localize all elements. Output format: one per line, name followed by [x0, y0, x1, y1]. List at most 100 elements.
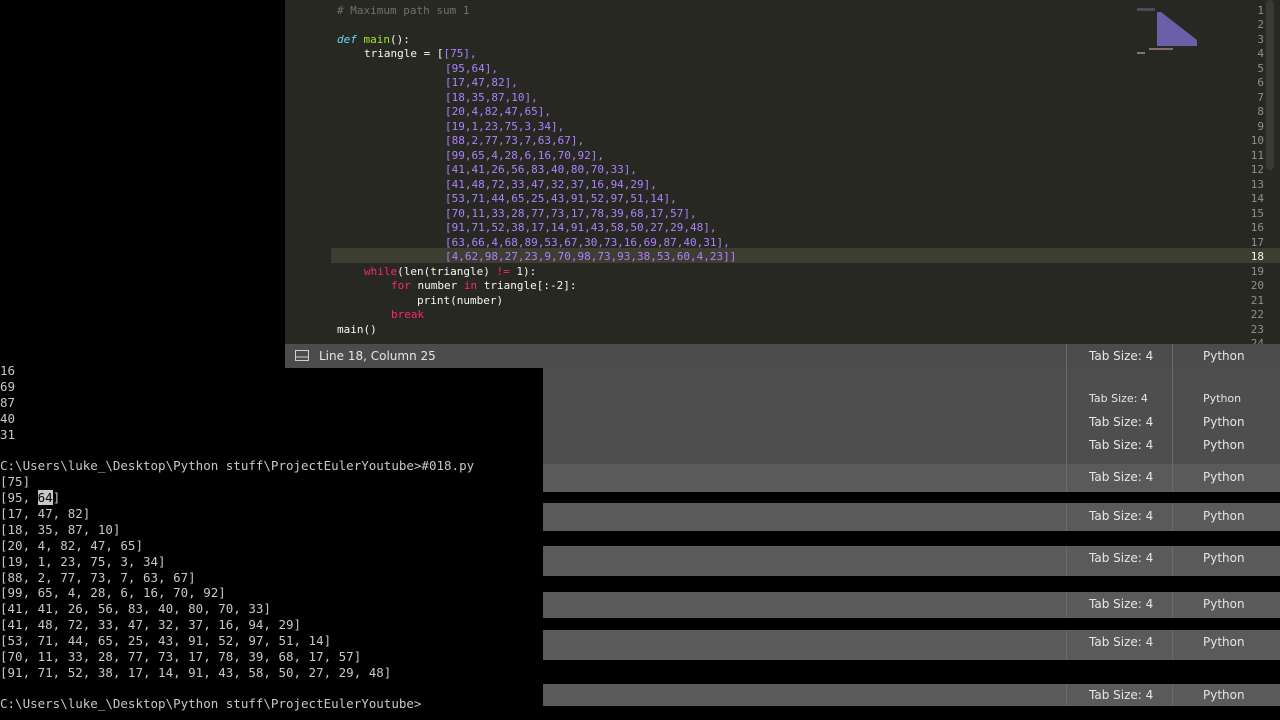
line-number: 21: [1250, 293, 1264, 307]
console-output-line: [41, 41, 26, 56, 83, 40, 80, 70, 33]: [0, 601, 271, 616]
tab-size-indicator: Tab Size: 4: [1089, 597, 1154, 611]
triangle-row: [20,4,82,47,65],: [445, 105, 551, 118]
while-condition-end: 1):: [509, 264, 537, 278]
line-number: 7: [1257, 90, 1264, 104]
code-while-line: while(len(triangle) != 1):: [364, 265, 536, 280]
status-bar-trail: Tab Size: 4 Python: [543, 503, 1280, 531]
line-number: 15: [1250, 206, 1264, 220]
status-bar-trail: Tab Size: 4 Python Tab Size: 4 Python Ta…: [543, 368, 1280, 464]
status-bar-trail: Tab Size: 4 Python: [543, 684, 1280, 706]
in-keyword: in: [463, 279, 478, 292]
for-keyword: for: [391, 279, 411, 292]
syntax-indicator: Python: [1203, 392, 1242, 405]
syntax-indicator: Python: [1203, 635, 1245, 649]
line-number: 11: [1250, 148, 1264, 162]
syntax-indicator: Python: [1203, 415, 1245, 429]
line-number: 13: [1250, 177, 1264, 191]
triangle-row: [70,11,33,28,77,73,17,78,39,68,17,57],: [445, 206, 697, 220]
triangle-row: [4,62,98,27,23,9,70,98,73,93,38,53,60,4,…: [445, 250, 737, 263]
code-main-call: main(): [337, 322, 377, 336]
console-window-top: [0, 0, 285, 362]
triangle-row: [41,48,72,33,47,32,37,16,94,29],: [445, 177, 657, 191]
triangle-head: triangle = [: [364, 47, 444, 60]
triangle-row: [19,1,23,75,3,34],: [445, 119, 565, 133]
triangle-row: [99,65,4,28,6,16,70,92],: [445, 148, 604, 162]
tab-size-indicator: Tab Size: 4: [1089, 438, 1154, 452]
syntax-indicator: Python: [1203, 438, 1245, 452]
code-break-line: break: [391, 308, 425, 321]
tab-size-indicator: Tab Size: 4: [1089, 509, 1154, 523]
line-number: 16: [1250, 221, 1264, 234]
tab-size-indicator: Tab Size: 4: [1089, 688, 1154, 702]
minimap[interactable]: [1135, 6, 1203, 56]
while-keyword: while: [364, 264, 398, 278]
code-for-line: for number in triangle[:-2]:: [391, 279, 576, 294]
triangle-row: [63,66,4,68,89,53,67,30,73,16,69,87,40,3…: [445, 235, 730, 249]
line-number: 8: [1257, 105, 1264, 118]
console-output-line: [75]: [0, 474, 31, 489]
syntax-indicator: Python: [1203, 470, 1245, 484]
minimap-line: [1149, 48, 1173, 50]
syntax-indicator: Python: [1203, 688, 1245, 702]
console-output-line: 69: [0, 379, 16, 394]
function-signature: ():: [390, 32, 410, 46]
console-output-line: [41, 48, 72, 33, 47, 32, 37, 16, 94, 29]: [0, 617, 302, 632]
console-selection: 64: [37, 490, 53, 505]
tab-size-indicator: Tab Size: 4: [1089, 551, 1154, 565]
line-number: 14: [1250, 192, 1264, 205]
console-output-line: [18, 35, 87, 10]: [0, 522, 121, 537]
line-number: 2: [1257, 18, 1264, 31]
tab-size-indicator: Tab Size: 4: [1089, 392, 1148, 405]
syntax-indicator: Python: [1203, 551, 1245, 565]
line-number: 5: [1257, 61, 1264, 75]
console-output-line: 31: [0, 427, 16, 442]
status-bar: Line 18, Column 25 Tab Size: 4 Python: [285, 344, 1280, 368]
triangle-row: [18,35,87,10],: [445, 90, 538, 104]
tab-size-indicator[interactable]: Tab Size: 4: [1089, 349, 1153, 363]
tab-size-indicator: Tab Size: 4: [1089, 470, 1154, 484]
for-iterable: triangle[:-2]:: [477, 279, 577, 292]
triangle-row: [75],: [443, 47, 477, 60]
minimap-line: [1137, 52, 1145, 54]
console-output-line: [53, 71, 44, 65, 25, 43, 91, 52, 97, 51,…: [0, 633, 332, 648]
triangle-row: [95,64],: [445, 61, 498, 75]
current-line-highlight: [285, 248, 1280, 263]
status-bar-trail: Tab Size: 4 Python: [543, 630, 1280, 660]
line-number: 22: [1250, 308, 1264, 321]
code-triangle-assign: triangle = [[75],: [364, 47, 477, 62]
line-number-gutter: [285, 0, 331, 344]
console-prompt[interactable]: C:\Users\luke_\Desktop\Python stuff\Proj…: [0, 696, 421, 711]
not-equal-operator: !=: [496, 264, 510, 278]
status-bar-trail: Tab Size: 4 Python: [543, 464, 1280, 492]
line-number: 3: [1257, 32, 1264, 46]
line-number: 17: [1250, 235, 1264, 249]
line-number: 19: [1250, 264, 1264, 278]
line-number: 10: [1250, 134, 1264, 147]
code-editor[interactable]: 1 2 3 4 5 6 7 8 9 10 11 12 13 14 15 16 1…: [285, 0, 1280, 344]
triangle-row: [53,71,44,65,25,43,91,52,97,51,14],: [445, 192, 677, 205]
line-number: 12: [1250, 163, 1264, 176]
code-comment: # Maximum path sum 1: [337, 3, 470, 17]
syntax-indicator[interactable]: Python: [1203, 349, 1245, 363]
console-output-line: [70, 11, 33, 28, 77, 73, 17, 78, 39, 68,…: [0, 649, 362, 664]
console-output-line: [19, 1, 23, 75, 3, 34]: [0, 554, 166, 569]
minimap-code-shape: [1157, 12, 1197, 46]
status-divider: [1066, 344, 1067, 368]
console-output-line: [91, 71, 52, 38, 17, 14, 91, 43, 58, 50,…: [0, 665, 392, 680]
syntax-indicator: Python: [1203, 597, 1245, 611]
panel-toggle-icon[interactable]: [295, 350, 309, 361]
for-variable: number: [410, 279, 464, 292]
console-prompt: C:\Users\luke_\Desktop\Python stuff\Proj…: [0, 458, 475, 473]
tab-size-indicator: Tab Size: 4: [1089, 415, 1154, 429]
line-number: 1: [1257, 3, 1264, 17]
function-name: main: [363, 32, 391, 46]
tab-size-indicator: Tab Size: 4: [1089, 635, 1154, 649]
status-bar-trail: Tab Size: 4 Python: [543, 546, 1280, 576]
triangle-row: [41,41,26,56,83,40,80,70,33],: [445, 163, 638, 176]
editor-scrollbar[interactable]: [1266, 0, 1274, 170]
triangle-row: [17,47,82],: [445, 76, 518, 89]
console-output-line: 16: [0, 363, 16, 378]
console-output-line: [88, 2, 77, 73, 7, 63, 67]: [0, 570, 196, 585]
code-print-line: print(number): [417, 293, 504, 307]
console-output-line: 87: [0, 395, 16, 410]
